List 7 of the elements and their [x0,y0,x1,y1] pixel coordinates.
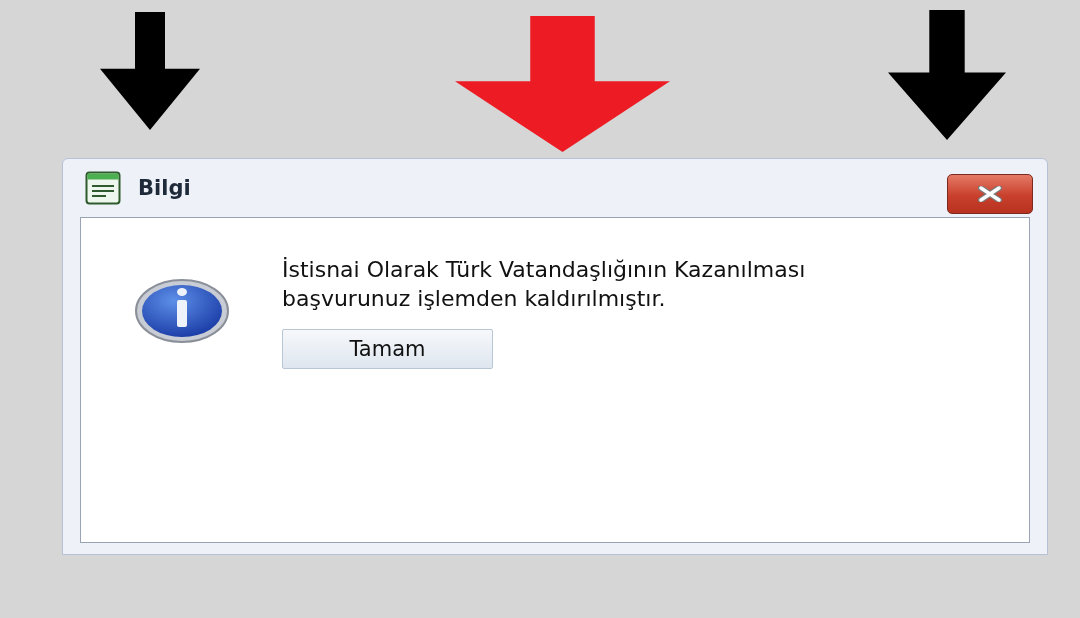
close-icon [976,186,1004,202]
message-text: İstisnai Olarak Türk Vatandaşlığının Kazanılması başvurunuz işlemden kaldırılmıştır. [282,256,807,313]
window-icon [85,171,121,205]
close-button[interactable] [947,174,1033,214]
window-title: Bilgi [138,176,191,200]
ok-button[interactable]: Tamam [282,329,493,369]
info-icon [134,278,230,344]
